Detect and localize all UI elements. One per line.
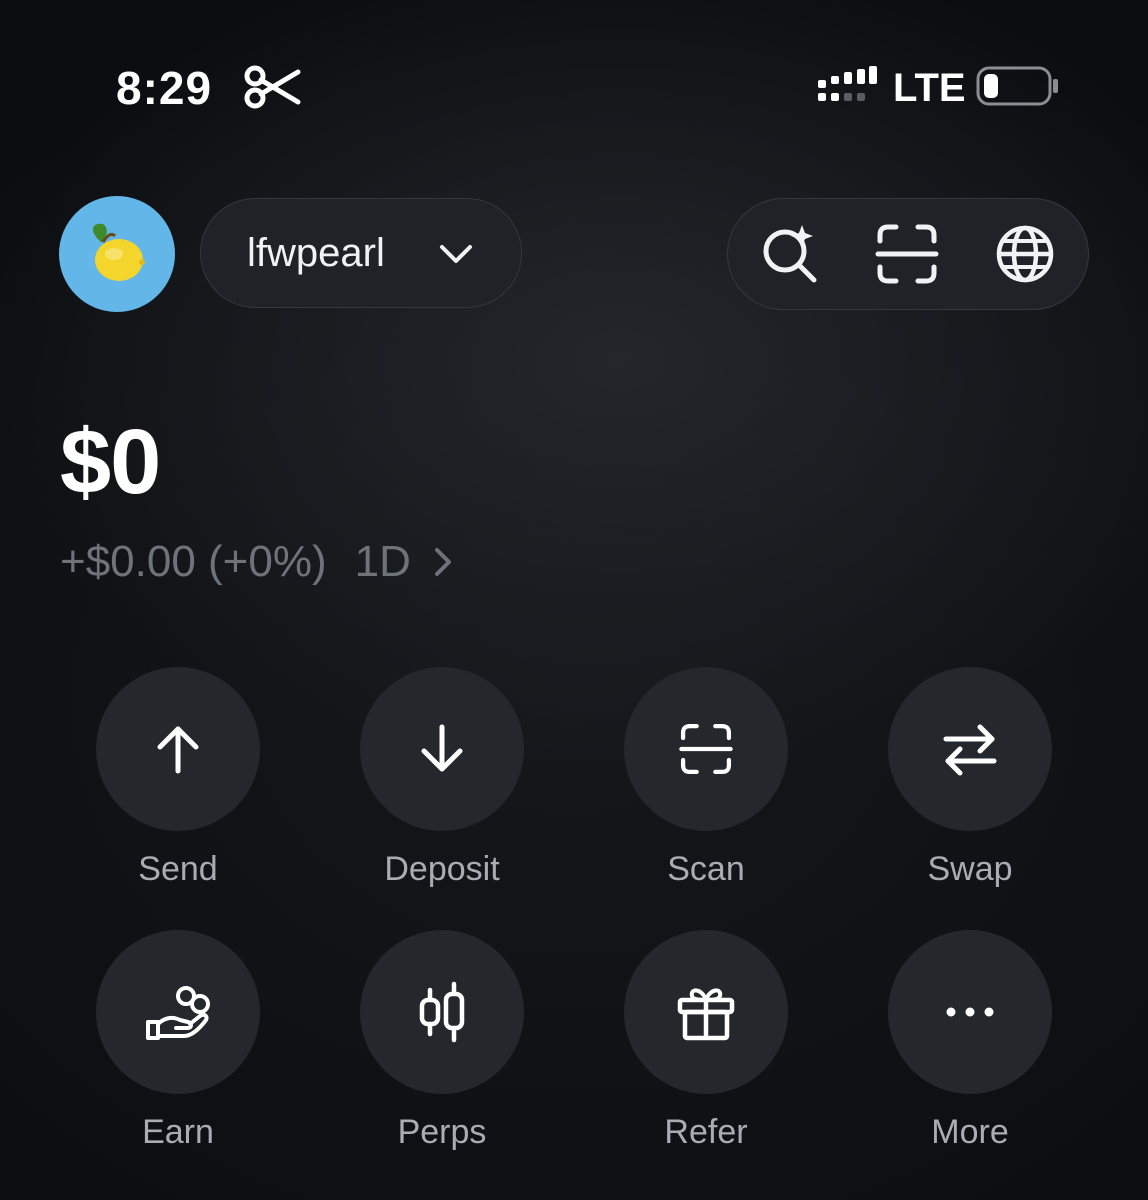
earn-button-circle[interactable]: [96, 930, 260, 1094]
more-dots-icon: [946, 1007, 994, 1017]
scan-label: Scan: [667, 850, 745, 888]
avatar[interactable]: [59, 196, 175, 312]
scissors-icon: [244, 65, 301, 109]
refer-button[interactable]: Refer: [624, 930, 788, 1151]
send-button[interactable]: Send: [96, 667, 260, 888]
network-type: LTE: [893, 66, 966, 110]
balance-amount: $0: [60, 411, 161, 513]
more-label: More: [931, 1113, 1009, 1151]
perps-label: Perps: [397, 1113, 487, 1151]
deposit-label: Deposit: [384, 850, 500, 888]
deposit-button[interactable]: Deposit: [360, 667, 524, 888]
header-tools: [727, 198, 1089, 310]
swap-button[interactable]: Swap: [888, 667, 1052, 888]
refer-button-circle[interactable]: [624, 930, 788, 1094]
chevron-down-icon: [440, 245, 472, 263]
balance-change-row[interactable]: +$0.00 (+0%) 1D: [60, 536, 453, 588]
more-button[interactable]: More: [888, 930, 1052, 1151]
refer-label: Refer: [664, 1113, 748, 1151]
cellular-signal-icon: [818, 66, 877, 101]
scan-icon[interactable]: [874, 221, 940, 287]
earn-button[interactable]: Earn: [96, 930, 260, 1151]
lemon-icon: [92, 223, 145, 281]
swap-label: Swap: [927, 850, 1013, 888]
arrow-up-icon: [157, 726, 199, 774]
hand-coins-icon: [146, 986, 210, 1040]
balance-period: 1D: [354, 537, 411, 586]
status-time: 8:29: [116, 62, 213, 114]
account-switcher[interactable]: lfwpearl: [200, 198, 522, 308]
scan-button[interactable]: Scan: [624, 667, 788, 888]
earn-label: Earn: [142, 1113, 214, 1151]
swap-arrows-icon: [943, 724, 997, 776]
send-button-circle[interactable]: [96, 667, 260, 831]
perps-button[interactable]: Perps: [360, 930, 524, 1151]
swap-button-circle[interactable]: [888, 667, 1052, 831]
chevron-right-icon: [434, 548, 451, 576]
perps-button-circle[interactable]: [360, 930, 524, 1094]
deposit-button-circle[interactable]: [360, 667, 524, 831]
scan-button-circle[interactable]: [624, 667, 788, 831]
arrow-down-icon: [421, 724, 463, 772]
scan-icon: [679, 723, 733, 775]
candlestick-icon: [419, 981, 465, 1043]
ai-search-icon[interactable]: [758, 221, 824, 287]
battery-low-icon: [976, 66, 1058, 106]
balance-change: +$0.00 (+0%): [60, 537, 327, 586]
account-name: lfwpearl: [247, 231, 385, 275]
more-button-circle[interactable]: [888, 930, 1052, 1094]
send-label: Send: [138, 850, 218, 888]
globe-icon[interactable]: [992, 221, 1058, 287]
gift-icon: [677, 988, 735, 1041]
